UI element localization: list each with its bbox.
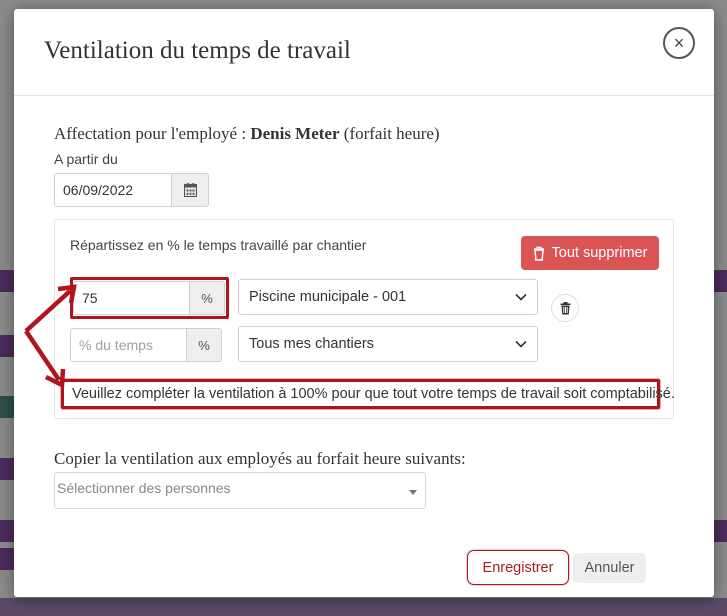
close-button[interactable]: × — [663, 27, 695, 59]
calendar-icon — [183, 183, 197, 197]
save-button[interactable]: Enregistrer — [467, 550, 569, 585]
percent-input[interactable] — [71, 329, 186, 361]
employee-name: Denis Meter — [250, 124, 340, 143]
chevron-down-icon — [515, 340, 527, 348]
bg-stripe — [713, 520, 727, 542]
start-date-field — [54, 173, 209, 207]
ventilation-hint: Répartissez en % le temps travaillé par … — [70, 237, 367, 253]
bg-stripe — [0, 548, 14, 570]
percent-unit: % — [186, 329, 221, 361]
bg-stripe — [0, 520, 14, 542]
bg-stripe — [0, 396, 14, 418]
delete-all-button[interactable]: Tout supprimer — [521, 236, 659, 270]
chevron-down-icon — [515, 293, 527, 301]
site-select-value: Tous mes chantiers — [249, 336, 374, 352]
people-select[interactable]: Sélectionner des personnes — [54, 472, 426, 509]
assignment-suffix: (forfait heure) — [339, 124, 440, 143]
warning-message: Veuillez compléter la ventilation à 100%… — [61, 379, 675, 409]
delete-row-button[interactable] — [551, 294, 579, 322]
assignment-prefix: Affectation pour l'employé : — [54, 124, 251, 143]
bg-bottom-bar — [0, 598, 727, 616]
cancel-button[interactable]: Annuler — [573, 553, 646, 583]
people-select-placeholder: Sélectionner des personnes — [57, 480, 231, 496]
site-select-row-2[interactable]: Tous mes chantiers — [238, 326, 538, 362]
caret-down-icon — [409, 490, 417, 495]
assignment-line: Affectation pour l'employé : Denis Meter… — [54, 124, 440, 144]
delete-all-label: Tout supprimer — [551, 245, 648, 261]
percent-field-row-2: % — [70, 328, 222, 362]
site-select-value: Piscine municipale - 001 — [249, 289, 407, 305]
bg-stripe — [0, 270, 14, 292]
modal-header: Ventilation du temps de travail × — [14, 9, 714, 96]
site-select-row-1[interactable]: Piscine municipale - 001 — [238, 279, 538, 315]
start-date-input[interactable] — [55, 174, 171, 206]
percent-unit: % — [189, 282, 224, 314]
start-date-label: A partir du — [54, 151, 118, 167]
bg-stripe — [713, 270, 727, 292]
trash-icon — [560, 301, 570, 314]
copy-label: Copier la ventilation aux employés au fo… — [54, 449, 466, 468]
close-icon: × — [673, 33, 685, 53]
ventilation-modal: Ventilation du temps de travail × Affect… — [14, 9, 714, 597]
percent-input[interactable] — [74, 282, 189, 314]
calendar-button[interactable] — [171, 174, 208, 206]
percent-field-row-1: % — [73, 281, 225, 315]
bg-stripe — [0, 458, 14, 480]
modal-title: Ventilation du temps de travail — [44, 37, 351, 64]
trash-icon — [533, 246, 544, 261]
bg-stripe — [0, 335, 14, 357]
